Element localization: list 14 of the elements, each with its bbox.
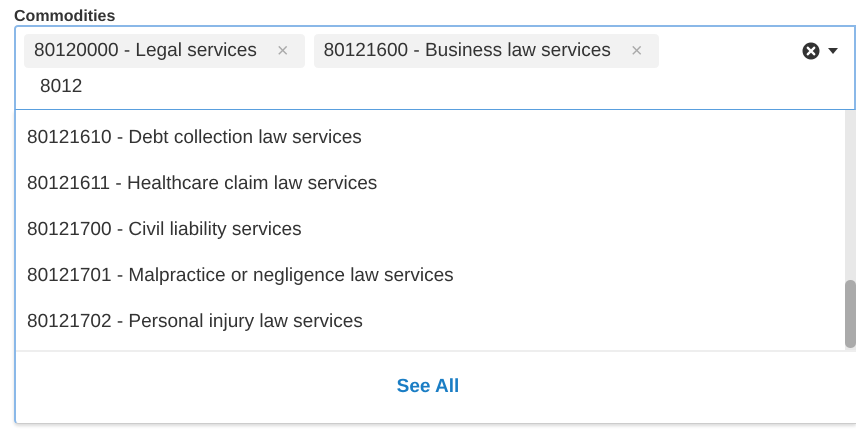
field-label: Commodities: [13, 7, 116, 25]
see-all-link[interactable]: See All: [396, 376, 460, 398]
dropdown-option[interactable]: 80121702 - Personal injury law services: [16, 299, 845, 345]
dropdown-option[interactable]: 80121610 - Debt collection law services: [16, 115, 845, 161]
dropdown-option[interactable]: 80121700 - Civil liability services: [16, 207, 845, 253]
tag-label: 80120000 - Legal services: [34, 40, 257, 62]
search-input[interactable]: 8012: [40, 72, 240, 102]
multi-select-field[interactable]: 80120000 - Legal services × 80121600 - Business law services × 8012: [14, 25, 856, 110]
scrollbar[interactable]: [845, 110, 856, 350]
clear-icon[interactable]: [802, 42, 820, 60]
caret-icon[interactable]: [828, 48, 838, 54]
dropdown-option[interactable]: 80121701 - Malpractice or negligence law services: [16, 253, 845, 299]
dropdown-option[interactable]: 80121611 - Healthcare claim law services: [16, 161, 845, 207]
tag-label: 80121600 - Business law services: [324, 40, 611, 62]
